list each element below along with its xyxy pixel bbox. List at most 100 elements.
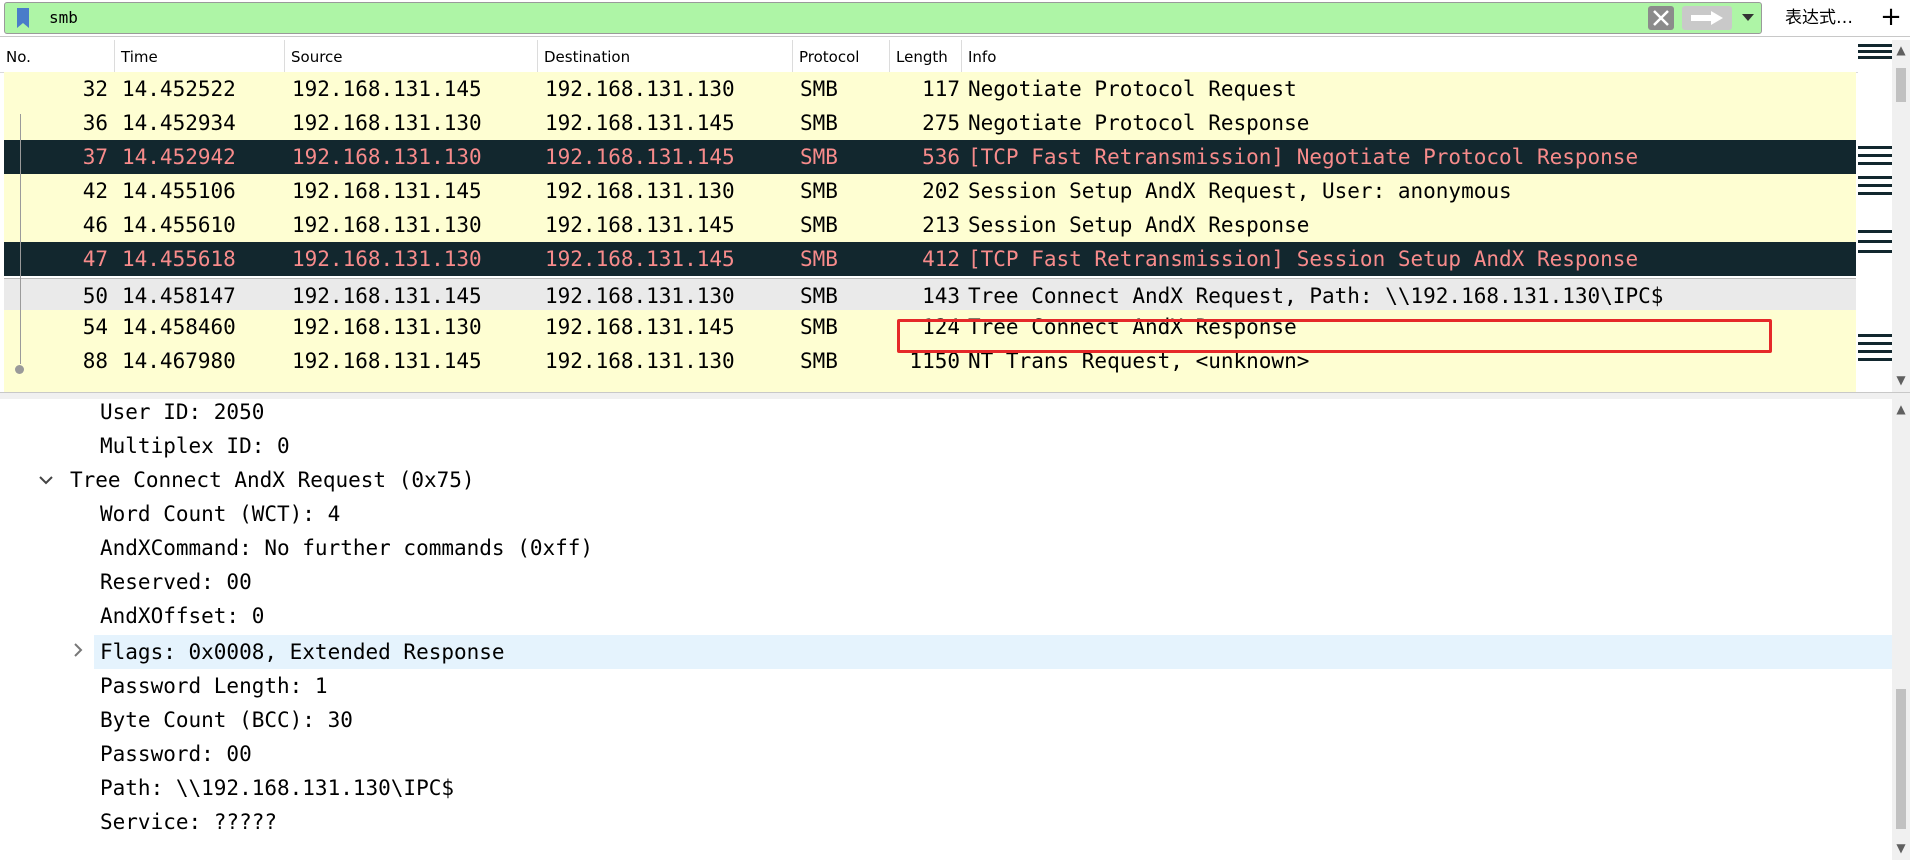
packet-destination: 192.168.131.145 bbox=[545, 247, 735, 271]
packet-minimap[interactable] bbox=[1858, 40, 1892, 392]
packet-list-scroll-thumb[interactable] bbox=[1896, 68, 1906, 102]
detail-multiplex-id[interactable]: Multiplex ID: 0 bbox=[100, 429, 290, 463]
packet-list-scrollbar[interactable]: ▲ ▼ bbox=[1892, 40, 1910, 392]
column-header-no[interactable]: No. bbox=[0, 40, 115, 72]
minimap-mark bbox=[1858, 342, 1892, 345]
packet-info: Tree Connect AndX Request, Path: \\192.1… bbox=[968, 284, 1664, 308]
detail-flags[interactable]: Flags: 0x0008, Extended Response bbox=[100, 635, 505, 669]
column-header-destination[interactable]: Destination bbox=[538, 40, 793, 72]
packet-length: 213 bbox=[922, 213, 960, 237]
bookmark-icon[interactable] bbox=[11, 6, 35, 30]
packet-row[interactable]: 36 14.452934 192.168.131.130 192.168.131… bbox=[4, 106, 1856, 140]
scroll-down-arrow-icon[interactable]: ▼ bbox=[1895, 374, 1907, 386]
packet-destination: 192.168.131.145 bbox=[545, 213, 735, 237]
packet-row[interactable]: 42 14.455106 192.168.131.145 192.168.131… bbox=[4, 174, 1856, 208]
packet-details-pane: User ID: 2050 Multiplex ID: 0 Tree Conne… bbox=[0, 399, 1892, 860]
detail-andx-command[interactable]: AndXCommand: No further commands (0xff) bbox=[100, 531, 593, 565]
packet-protocol: SMB bbox=[800, 284, 838, 308]
packet-protocol: SMB bbox=[800, 349, 838, 373]
minimap-mark bbox=[1858, 250, 1892, 253]
scroll-down-arrow-icon[interactable]: ▼ bbox=[1895, 842, 1907, 854]
packet-info: [TCP Fast Retransmission] Session Setup … bbox=[968, 247, 1639, 271]
detail-password-length[interactable]: Password Length: 1 bbox=[100, 669, 328, 703]
packet-row-partial[interactable] bbox=[4, 378, 1856, 392]
packet-list-pane: No. Time Source Destination Protocol Len… bbox=[0, 40, 1910, 392]
packet-source: 192.168.131.130 bbox=[292, 315, 482, 339]
packet-protocol: SMB bbox=[800, 315, 838, 339]
minimap-mark bbox=[1858, 358, 1892, 361]
packet-row-selected[interactable]: 50 14.458147 192.168.131.145 192.168.131… bbox=[4, 278, 1856, 314]
packet-protocol: SMB bbox=[800, 111, 838, 135]
chevron-right-icon[interactable] bbox=[68, 635, 88, 669]
packet-row-retransmission[interactable]: 47 14.455618 192.168.131.130 192.168.131… bbox=[4, 242, 1856, 276]
packet-source: 192.168.131.145 bbox=[292, 77, 482, 101]
display-filter-input[interactable]: smb bbox=[4, 2, 1762, 34]
packet-time: 14.458147 bbox=[122, 284, 236, 308]
column-header-source[interactable]: Source bbox=[285, 40, 538, 72]
conversation-line bbox=[20, 114, 21, 364]
minimap-mark bbox=[1858, 162, 1892, 165]
minimap-mark bbox=[1858, 56, 1892, 59]
minimap-mark bbox=[1858, 240, 1892, 243]
detail-service[interactable]: Service: ????? bbox=[100, 805, 277, 839]
minimap-mark bbox=[1858, 50, 1892, 53]
detail-word-count[interactable]: Word Count (WCT): 4 bbox=[100, 497, 340, 531]
packet-protocol: SMB bbox=[800, 179, 838, 203]
scroll-up-arrow-icon[interactable]: ▲ bbox=[1895, 403, 1907, 415]
packet-protocol: SMB bbox=[800, 213, 838, 237]
packet-protocol: SMB bbox=[800, 145, 838, 169]
packet-source: 192.168.131.130 bbox=[292, 111, 482, 135]
highlight-annotation-box bbox=[897, 319, 1772, 353]
packet-destination: 192.168.131.145 bbox=[545, 145, 735, 169]
column-header-length[interactable]: Length bbox=[890, 40, 962, 72]
packet-time: 14.458460 bbox=[122, 315, 236, 339]
packet-length: 275 bbox=[922, 111, 960, 135]
packet-source: 192.168.131.130 bbox=[292, 247, 482, 271]
scroll-up-arrow-icon[interactable]: ▲ bbox=[1895, 44, 1907, 56]
minimap-mark bbox=[1858, 184, 1892, 187]
packet-time: 14.452522 bbox=[122, 77, 236, 101]
packet-details-scroll-thumb[interactable] bbox=[1896, 689, 1906, 829]
expression-button[interactable]: 表达式… bbox=[1774, 4, 1864, 32]
packet-source: 192.168.131.145 bbox=[292, 179, 482, 203]
packet-time: 14.452942 bbox=[122, 145, 236, 169]
packet-info: Session Setup AndX Response bbox=[968, 213, 1310, 237]
filter-history-chevron-down-icon[interactable] bbox=[1737, 6, 1759, 30]
detail-byte-count[interactable]: Byte Count (BCC): 30 bbox=[100, 703, 353, 737]
minimap-mark bbox=[1858, 44, 1892, 47]
apply-filter-arrow-icon[interactable] bbox=[1682, 6, 1732, 30]
chevron-down-icon[interactable] bbox=[36, 463, 56, 497]
packet-info: Negotiate Protocol Response bbox=[968, 111, 1310, 135]
minimap-mark bbox=[1858, 334, 1892, 337]
packet-info: Session Setup AndX Request, User: anonym… bbox=[968, 179, 1512, 203]
packet-time: 14.455106 bbox=[122, 179, 236, 203]
detail-password[interactable]: Password: 00 bbox=[100, 737, 252, 771]
packet-length: 536 bbox=[922, 145, 960, 169]
column-header-info[interactable]: Info bbox=[962, 40, 1858, 72]
minimap-mark bbox=[1858, 146, 1892, 149]
packet-row[interactable]: 46 14.455610 192.168.131.130 192.168.131… bbox=[4, 208, 1856, 242]
packet-destination: 192.168.131.130 bbox=[545, 349, 735, 373]
conversation-dot bbox=[15, 365, 24, 374]
detail-user-id[interactable]: User ID: 2050 bbox=[100, 399, 264, 429]
packet-length: 143 bbox=[922, 284, 960, 308]
detail-andx-offset[interactable]: AndXOffset: 0 bbox=[100, 599, 264, 633]
minimap-mark bbox=[1858, 230, 1892, 233]
packet-list-header: No. Time Source Destination Protocol Len… bbox=[0, 40, 1858, 73]
add-filter-button[interactable]: + bbox=[1876, 2, 1906, 32]
packet-protocol: SMB bbox=[800, 77, 838, 101]
packet-destination: 192.168.131.130 bbox=[545, 77, 735, 101]
minimap-mark bbox=[1858, 154, 1892, 157]
packet-details-scrollbar[interactable]: ▲ ▼ bbox=[1892, 399, 1910, 860]
column-header-time[interactable]: Time bbox=[115, 40, 285, 72]
packet-row[interactable]: 32 14.452522 192.168.131.145 192.168.131… bbox=[4, 72, 1856, 106]
column-header-protocol[interactable]: Protocol bbox=[793, 40, 890, 72]
detail-reserved[interactable]: Reserved: 00 bbox=[100, 565, 252, 599]
packet-time: 14.452934 bbox=[122, 111, 236, 135]
packet-length: 202 bbox=[922, 179, 960, 203]
packet-row-retransmission[interactable]: 37 14.452942 192.168.131.130 192.168.131… bbox=[4, 140, 1856, 174]
detail-tree-connect-request[interactable]: Tree Connect AndX Request (0x75) bbox=[70, 463, 475, 497]
packet-destination: 192.168.131.130 bbox=[545, 179, 735, 203]
detail-path[interactable]: Path: \\192.168.131.130\IPC$ bbox=[100, 771, 454, 805]
clear-filter-icon[interactable] bbox=[1648, 6, 1674, 30]
